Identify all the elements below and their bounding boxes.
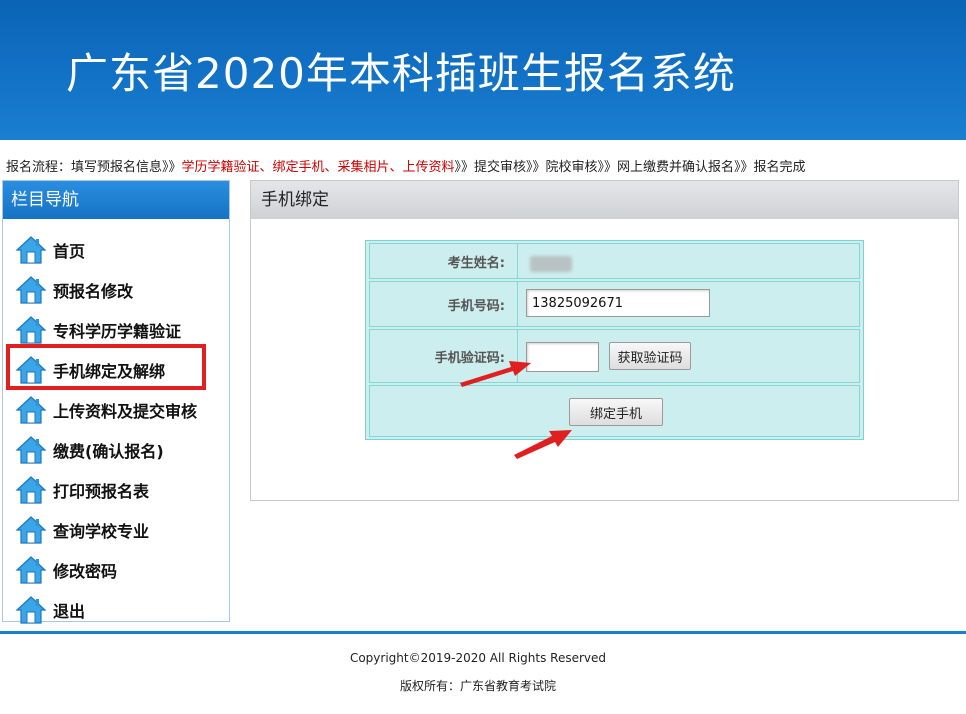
name-label: 考生姓名:: [370, 244, 518, 278]
page-title: 手机绑定: [251, 181, 958, 219]
phone-input[interactable]: 13825092671: [526, 289, 710, 317]
copyright-text: Copyright©2019-2020 All Rights Reserved: [349, 651, 607, 665]
sidebar-item-3[interactable]: 手机绑定及解绑: [15, 353, 165, 387]
home-icon: [15, 514, 47, 546]
sidebar-item-label: 预报名修改: [53, 282, 134, 301]
sidebar-item-6[interactable]: 打印预报名表: [15, 473, 149, 507]
header-banner: 广东省2020年本科插班生报名系统: [0, 0, 966, 140]
home-icon: [15, 354, 47, 386]
sidebar-item-label: 查询学校专业: [53, 522, 150, 541]
sidebar-item-label: 打印预报名表: [53, 482, 150, 501]
phone-label: 手机号码:: [370, 282, 518, 326]
system-title: 广东省2020年本科插班生报名系统: [66, 49, 736, 98]
home-icon: [15, 314, 47, 346]
sidebar-item-label: 专科学历学籍验证: [53, 322, 182, 341]
sidebar-item-5[interactable]: 缴费(确认报名): [15, 433, 164, 467]
registration-flow: 报名流程：填写预报名信息》》学历学籍验证、绑定手机、采集相片、上传资料》》提交审…: [6, 156, 806, 175]
home-icon: [15, 594, 47, 626]
row-submit: 绑定手机: [369, 385, 860, 437]
home-icon: [15, 394, 47, 426]
home-icon: [15, 434, 47, 466]
sidebar-item-label: 首页: [53, 242, 86, 261]
name-value-blurred: [530, 256, 572, 272]
owner-text: 版权所有：广东省教育考试院: [399, 679, 556, 693]
home-icon: [15, 234, 47, 266]
sidebar-item-4[interactable]: 上传资料及提交审核: [15, 393, 197, 427]
sidebar-item-2[interactable]: 专科学历学籍验证: [15, 313, 181, 347]
sidebar-item-label: 缴费(确认报名): [53, 442, 164, 461]
flow-prefix: 报名流程：填写预报名信息》》: [6, 160, 182, 175]
bind-phone-button[interactable]: 绑定手机: [569, 398, 663, 426]
sidebar-item-label: 上传资料及提交审核: [53, 402, 198, 421]
flow-suffix: 》》提交审核》》院校审核》》网上缴费并确认报名》》报名完成: [454, 160, 806, 175]
sidebar-item-label: 手机绑定及解绑: [53, 362, 166, 381]
get-code-button[interactable]: 获取验证码: [609, 342, 691, 370]
sidebar-title: 栏目导航: [3, 181, 229, 219]
sidebar-item-8[interactable]: 修改密码: [15, 553, 117, 587]
row-phone: 手机号码: 13825092671: [369, 281, 860, 327]
row-name: 考生姓名:: [369, 243, 860, 279]
sidebar-item-label: 退出: [53, 602, 86, 621]
sidebar-item-7[interactable]: 查询学校专业: [15, 513, 149, 547]
home-icon: [15, 474, 47, 506]
row-code: 手机验证码: 获取验证码: [369, 329, 860, 383]
code-label: 手机验证码:: [370, 330, 518, 382]
bind-phone-form: 考生姓名: 手机号码: 13825092671 手机验证码: 获取验证码 绑定手…: [365, 240, 864, 440]
footer-divider: [0, 631, 966, 634]
flow-current-step: 学历学籍验证、绑定手机、采集相片、上传资料: [181, 160, 455, 175]
sidebar-nav: 栏目导航 首页预报名修改专科学历学籍验证 手机绑定及解绑上传资料及提交审核 缴费(确…: [2, 180, 230, 624]
code-input[interactable]: [526, 342, 599, 372]
sidebar-item-label: 修改密码: [53, 562, 118, 581]
sidebar-item-1[interactable]: 预报名修改: [15, 273, 133, 307]
home-icon: [15, 554, 47, 586]
sidebar-item-0[interactable]: 首页: [15, 233, 85, 267]
home-icon: [15, 274, 47, 306]
sidebar-item-9[interactable]: 退出: [15, 593, 85, 627]
